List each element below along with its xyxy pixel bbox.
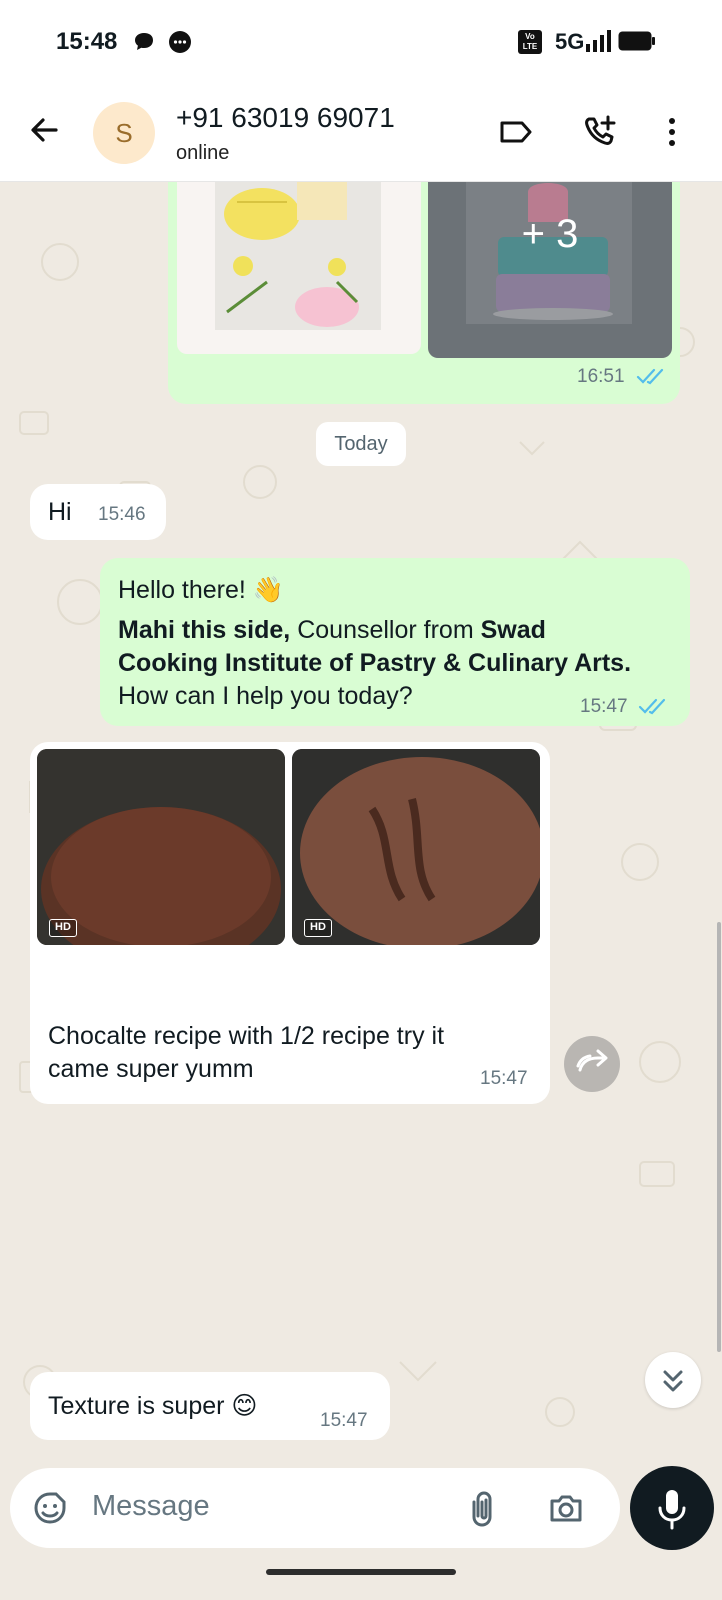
signal-icon	[586, 30, 611, 52]
message-bold-institute-2: Cooking Institute of Pastry & Culinary A…	[118, 649, 632, 677]
scroll-to-bottom-button[interactable]	[645, 1352, 701, 1408]
message-input-bar: Message	[10, 1468, 620, 1548]
cake-image	[215, 182, 381, 330]
message-bold-institute: Swad	[480, 616, 546, 644]
mic-button[interactable]	[630, 1466, 714, 1550]
message-time: 16:51	[577, 366, 625, 387]
message-bold-name: Mahi this side,	[118, 616, 291, 644]
add-call-icon[interactable]	[580, 112, 620, 152]
sticker-icon[interactable]	[30, 1488, 70, 1528]
contact-status: online	[176, 142, 230, 164]
message-bubble-icon	[169, 31, 191, 53]
back-arrow-icon[interactable]	[24, 110, 64, 150]
date-divider: Today	[316, 422, 406, 466]
message-time: 15:47	[580, 696, 628, 717]
image-thumbnail-1[interactable]: HD	[37, 749, 285, 945]
read-ticks-icon	[638, 698, 666, 715]
hd-badge: HD	[304, 919, 332, 937]
camera-icon[interactable]	[546, 1488, 586, 1528]
chocolate-cake-image	[292, 749, 540, 945]
chat-notification-icon	[135, 33, 153, 50]
chocolate-cake-image	[37, 749, 285, 945]
chat-header: S +91 63019 69071 online	[0, 84, 722, 182]
message-incoming[interactable]: Hi 15:46	[30, 484, 166, 540]
message-line-4: How can I help you today?	[118, 682, 413, 710]
message-time: 15:47	[320, 1410, 368, 1431]
double-chevron-down-icon	[663, 1370, 683, 1392]
read-ticks-icon	[636, 368, 664, 385]
cake-image-dimmed	[466, 182, 632, 324]
message-incoming[interactable]: Texture is super 😊 15:47	[30, 1372, 390, 1440]
chat-area[interactable]: + 3 16:51 Today Hi 15:46 Hello there! 👋 …	[0, 182, 722, 1465]
message-time: 15:46	[98, 504, 146, 525]
attach-icon[interactable]	[464, 1488, 504, 1528]
message-greeting: Hello there! 👋	[118, 576, 284, 604]
image-thumbnail-2[interactable]: HD	[292, 749, 540, 945]
image-message[interactable]: HD HD Chocalte recipe with 1/2 recipe tr…	[30, 742, 550, 1104]
volte-icon: Vo LTE	[518, 30, 542, 54]
message-line-3: Cooking Institute of Pastry & Culinary A…	[118, 647, 631, 680]
message-outgoing[interactable]: Hello there! 👋 Mahi this side, Counsello…	[100, 558, 690, 726]
gallery-thumbnail-more[interactable]: + 3	[428, 182, 672, 358]
forward-icon	[576, 1049, 608, 1072]
message-plain: Counsellor from	[290, 616, 481, 644]
scrollbar[interactable]	[717, 922, 721, 1352]
message-text: Hi	[48, 498, 72, 526]
mic-icon	[658, 1490, 686, 1530]
more-media-count: + 3	[521, 212, 579, 256]
gallery-thumbnail-1[interactable]	[177, 182, 421, 354]
gallery-message[interactable]: + 3 16:51	[168, 182, 680, 404]
message-text: Texture is super 😊	[48, 1392, 258, 1420]
status-time: 15:48	[56, 28, 118, 55]
network-type: 5G	[555, 29, 585, 54]
message-line-2: Mahi this side, Counsellor from Swad	[118, 614, 546, 647]
message-input[interactable]: Message	[92, 1490, 210, 1523]
forward-button[interactable]	[564, 1036, 620, 1092]
image-caption-line-1: Chocalte recipe with 1/2 recipe try it	[48, 1022, 445, 1050]
avatar[interactable]: S	[93, 102, 155, 164]
hd-badge: HD	[49, 919, 77, 937]
battery-icon	[618, 31, 655, 51]
more-vert-icon[interactable]	[652, 112, 692, 152]
status-bar: 15:48 Vo LTE 5G	[0, 0, 722, 84]
image-caption-line-2: came super yumm	[48, 1055, 254, 1083]
label-icon[interactable]	[496, 112, 536, 152]
home-indicator[interactable]	[266, 1569, 456, 1575]
message-time: 15:47	[480, 1068, 528, 1089]
contact-name[interactable]: +91 63019 69071	[176, 102, 395, 134]
